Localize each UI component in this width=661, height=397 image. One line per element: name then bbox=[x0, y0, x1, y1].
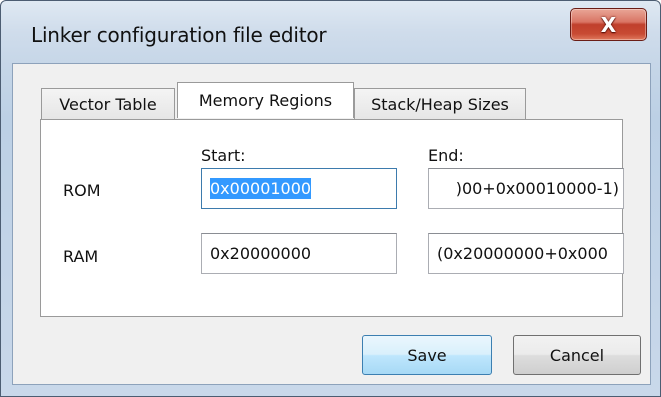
tab-memory-regions[interactable]: Memory Regions bbox=[177, 82, 354, 118]
ram-label: RAM bbox=[63, 247, 99, 266]
rom-start-field[interactable]: 0x00001000 bbox=[201, 168, 397, 209]
ram-end-value: (0x20000000+0x000 bbox=[437, 244, 608, 263]
dialog-client-area: Vector Table Memory Regions Stack/Heap S… bbox=[12, 63, 651, 385]
start-column-header: Start: bbox=[201, 146, 246, 165]
cancel-button[interactable]: Cancel bbox=[513, 335, 641, 375]
rom-end-value: )00+0x00010000-1) bbox=[455, 179, 619, 198]
ram-start-field[interactable]: 0x20000000 bbox=[201, 233, 397, 274]
rom-label: ROM bbox=[63, 181, 101, 200]
rom-start-value: 0x00001000 bbox=[210, 178, 312, 199]
ram-start-value: 0x20000000 bbox=[210, 244, 312, 263]
tab-vector-table[interactable]: Vector Table bbox=[41, 88, 175, 119]
close-button[interactable]: X bbox=[570, 8, 647, 41]
end-column-header: End: bbox=[428, 146, 464, 165]
title-bar[interactable]: Linker configuration file editor X bbox=[1, 1, 661, 63]
save-button[interactable]: Save bbox=[362, 335, 492, 375]
tab-stack-heap-sizes[interactable]: Stack/Heap Sizes bbox=[354, 88, 526, 119]
memory-regions-panel: Start: End: ROM 0x00001000 )00+0x0001000… bbox=[40, 119, 624, 317]
window-title: Linker configuration file editor bbox=[31, 23, 327, 47]
rom-end-field[interactable]: )00+0x00010000-1) bbox=[428, 168, 624, 209]
dialog-window: Linker configuration file editor X Vecto… bbox=[0, 0, 661, 397]
ram-end-field[interactable]: (0x20000000+0x000 bbox=[428, 233, 624, 274]
close-icon: X bbox=[600, 12, 617, 37]
